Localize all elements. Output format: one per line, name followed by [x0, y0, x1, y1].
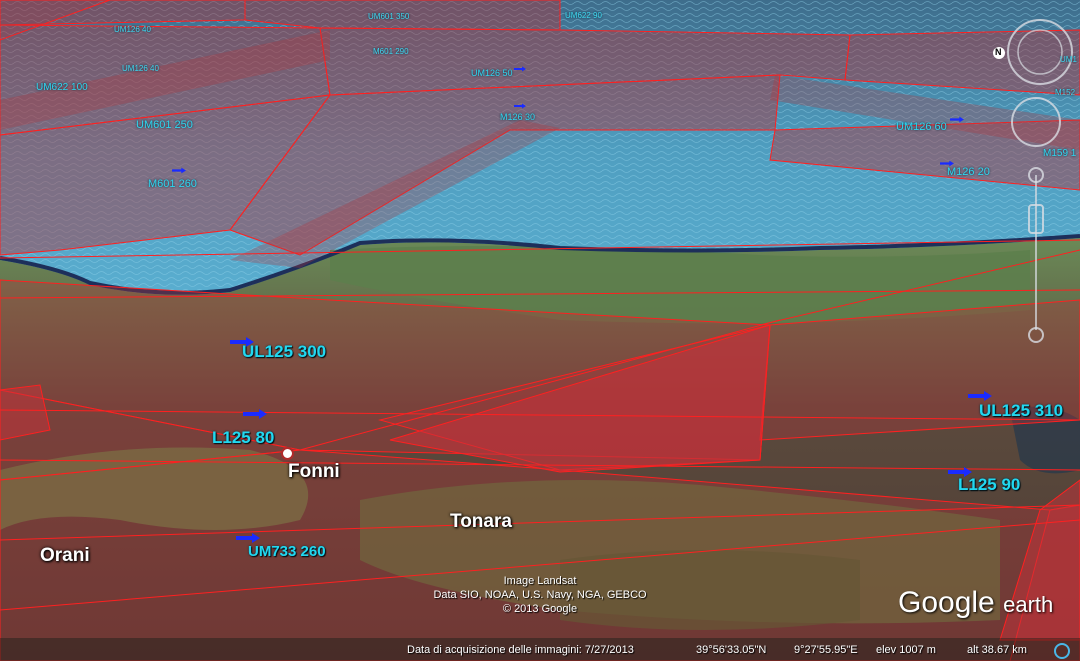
streaming-status-icon	[1054, 643, 1070, 659]
acquisition-date: Data di acquisizione delle immagini: 7/2…	[407, 644, 634, 656]
airway-label[interactable]: M601 260	[148, 178, 197, 190]
airway-arrow-icon	[514, 103, 526, 109]
google-earth-logo: Google earth	[898, 586, 1053, 620]
airway-label[interactable]: UM622 90	[565, 11, 602, 20]
airway-label[interactable]: UM601 250	[136, 119, 193, 131]
town-label[interactable]: Fonni	[288, 461, 340, 483]
attribution-line: © 2013 Google	[502, 603, 578, 615]
airway-arrow-icon	[243, 409, 267, 419]
compass-north-label: N	[995, 47, 1002, 57]
elevation-readout: elev 1007 m	[876, 644, 936, 656]
map-view[interactable]	[0, 0, 1080, 661]
attribution-line: Image Landsat	[503, 575, 577, 587]
logo-earth: earth	[1003, 592, 1054, 617]
airway-label[interactable]: M126 30	[500, 112, 535, 122]
airway-label[interactable]: L125 90	[958, 475, 1020, 495]
airway-label[interactable]: UM1	[1060, 55, 1077, 64]
airway-label[interactable]: UM622 100	[36, 82, 88, 93]
airway-arrow-icon	[950, 116, 964, 123]
airway-label[interactable]: M601 290	[373, 47, 409, 56]
airway-label[interactable]: UM126 60	[896, 121, 947, 133]
airway-label[interactable]: M152	[1055, 88, 1075, 97]
attribution-line: Data SIO, NOAA, U.S. Navy, NGA, GEBCO	[433, 589, 647, 601]
airway-label[interactable]: UM126 40	[114, 25, 151, 34]
airway-arrow-icon	[236, 533, 260, 543]
logo-google: Google	[898, 586, 995, 619]
status-bar: Data di acquisizione delle immagini: 7/2…	[0, 638, 1080, 661]
airway-label[interactable]: M159 1	[1043, 148, 1076, 159]
airway-label[interactable]: UL125 300	[242, 342, 326, 362]
imagery-attribution: Image Landsat Data SIO, NOAA, U.S. Navy,…	[400, 574, 680, 616]
longitude-readout: 9°27'55.95"E	[794, 644, 858, 656]
town-label[interactable]: Tonara	[450, 511, 512, 533]
airway-label[interactable]: UL125 310	[979, 401, 1063, 421]
airway-label[interactable]: UM126 50	[471, 68, 513, 78]
airway-label[interactable]: UM126 40	[122, 64, 159, 73]
town-label[interactable]: Orani	[40, 545, 90, 567]
airway-arrow-icon	[968, 391, 992, 401]
airway-label[interactable]: UM601 350	[368, 12, 409, 21]
airway-label[interactable]: UM733 260	[248, 543, 326, 560]
airway-label[interactable]: M126 20	[947, 166, 990, 178]
placemark-pin[interactable]	[281, 447, 294, 460]
airway-label[interactable]: L125 80	[212, 428, 274, 448]
airway-arrow-icon	[514, 66, 526, 72]
altitude-readout: alt 38.67 km	[967, 644, 1027, 656]
airway-arrow-icon	[172, 167, 186, 174]
latitude-readout: 39°56'33.05"N	[696, 644, 767, 656]
